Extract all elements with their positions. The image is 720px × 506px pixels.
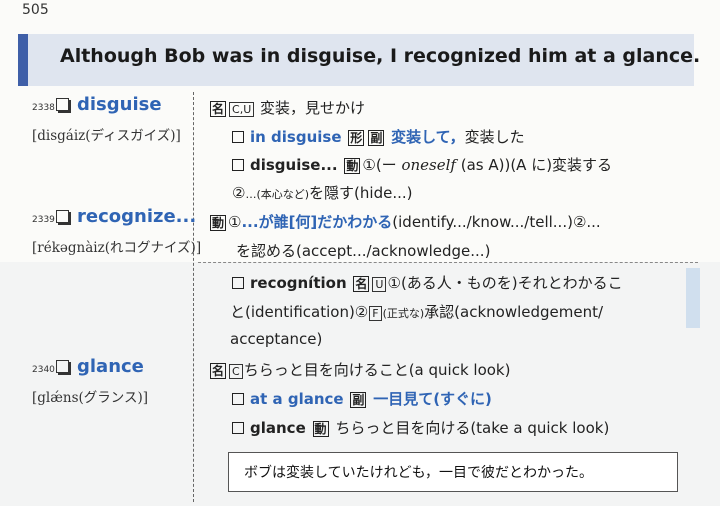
headword: recognize... [77, 206, 197, 227]
checkbox-icon [232, 393, 244, 405]
usage-note: …(本心など) [245, 188, 310, 201]
sense-number: ① [387, 274, 401, 292]
sense-number: ① [362, 156, 376, 174]
phrase-line: in disguise 形副 変装して，変装した [232, 126, 525, 147]
checkbox-icon [55, 98, 69, 111]
pos-badge: 名 [210, 363, 227, 379]
entry-number: 2339 [32, 215, 55, 225]
definition-line: 名 C,U 変装，見せかけ [208, 97, 365, 118]
pos-badge: 名 [353, 276, 370, 292]
side-tab-strip [686, 268, 700, 328]
sense-meaning: を隠す(hide...) [309, 184, 413, 202]
phrase-line: at a glance 副 一目見て(すぐに) [232, 388, 492, 409]
derived-meaning: (ある人・ものを)それとわかるこ [400, 274, 623, 292]
definition-text: ちらっと目を向けること(a quick look) [243, 361, 511, 379]
checkbox-icon [232, 131, 244, 143]
pos-badge: 動 [210, 215, 227, 231]
checkbox-icon [232, 422, 244, 434]
definition-gloss: (identify.../know.../tell...)②... [392, 213, 601, 231]
pos-badge: 形 [348, 130, 365, 146]
usage-oneself: oneself [401, 156, 456, 174]
phrase-meaning: 変装して， [391, 128, 465, 146]
usage-paren: (as A)) [460, 156, 511, 174]
entry-header-disguise: 2338 disguise [32, 94, 162, 115]
entry-header-glance: 2340 glance [32, 356, 144, 377]
derived-line: recognítion 名 U ①(ある人・ものを)それとわかるこ [232, 272, 623, 293]
pos-badge: 動 [344, 158, 361, 174]
section-separator [198, 262, 698, 263]
entry-number: 2338 [32, 103, 55, 113]
phrase: at a glance [250, 390, 344, 408]
pos-badge: 副 [368, 130, 385, 146]
sense-number: ① [228, 213, 242, 231]
derived-word: recognítion [250, 274, 347, 292]
usage-note: (正式な) [382, 307, 425, 320]
sense-number: ② [232, 184, 246, 202]
derived-wrap-1: と(identification)② [230, 303, 369, 321]
translation-text: ボブは変装していたけれども，一目で彼だとわかった。 [244, 465, 594, 481]
countability-badge: C [229, 364, 243, 379]
column-divider [193, 92, 194, 502]
derived-wrap-2: 承認(acknowledgement/ [424, 303, 604, 321]
checkbox-icon [232, 277, 244, 289]
definition-meaning: ...が誰[何]だかわかる [241, 213, 393, 231]
phrase-meaning: 一目見て(すぐに) [373, 390, 492, 408]
phrase: in disguise [250, 128, 342, 146]
banner-sentence: Although Bob was in disguise, I recogniz… [60, 45, 701, 67]
derived-wrap-3: acceptance) [230, 330, 323, 348]
entry-header-recognize: 2339 recognize... [32, 206, 196, 227]
countability-badge: C,U [229, 102, 255, 117]
headword: disguise [77, 94, 162, 115]
headword: glance [77, 356, 144, 377]
usage-open: (ー [375, 156, 397, 174]
banner-accent-bar [18, 34, 28, 86]
pronunciation: [rékəgnàiz(れコグナイズ)] [32, 240, 202, 256]
derived-word: disguise... [250, 156, 338, 174]
derived-meaning: ちらっと目を向ける(take a quick look) [335, 419, 610, 437]
countability-badge: U [372, 277, 387, 292]
definition-line: 名 C ちらっと目を向けること(a quick look) [208, 359, 510, 380]
entry-number: 2340 [32, 365, 55, 375]
derived-word: glance [250, 419, 306, 437]
sense-line: ②…(本心など)を隠す(hide...) [232, 182, 412, 203]
checkbox-icon [55, 210, 69, 223]
derived-wrap: と(identification)② F (正式な)承認(acknowledgeme… [230, 301, 603, 322]
derived-line: glance 動 ちらっと目を向ける(take a quick look) [232, 417, 609, 438]
derived-line: disguise... 動 ①(ー oneself (as A))(A に)変装す… [232, 154, 612, 175]
pronunciation: [disgáiz(ディスガイズ)] [32, 128, 181, 144]
pos-badge: 動 [312, 421, 329, 437]
pronunciation: [glǽns(グランス)] [32, 390, 149, 406]
pos-badge: 副 [350, 392, 367, 408]
checkbox-icon [55, 360, 69, 373]
definition-wrap: を認める(accept.../acknowledge...) [236, 242, 491, 260]
derived-meaning: (A に)変装する [510, 156, 613, 174]
phrase-meaning-rest: 変装した [464, 128, 525, 146]
register-badge: F [369, 306, 382, 321]
page-number: 505 [22, 2, 49, 18]
pos-badge: 名 [210, 101, 227, 117]
definition-text: 変装，見せかけ [260, 99, 366, 117]
definition-line: 動 ①...が誰[何]だかわかる(identify.../know.../tell… [208, 211, 601, 232]
checkbox-icon [232, 159, 244, 171]
